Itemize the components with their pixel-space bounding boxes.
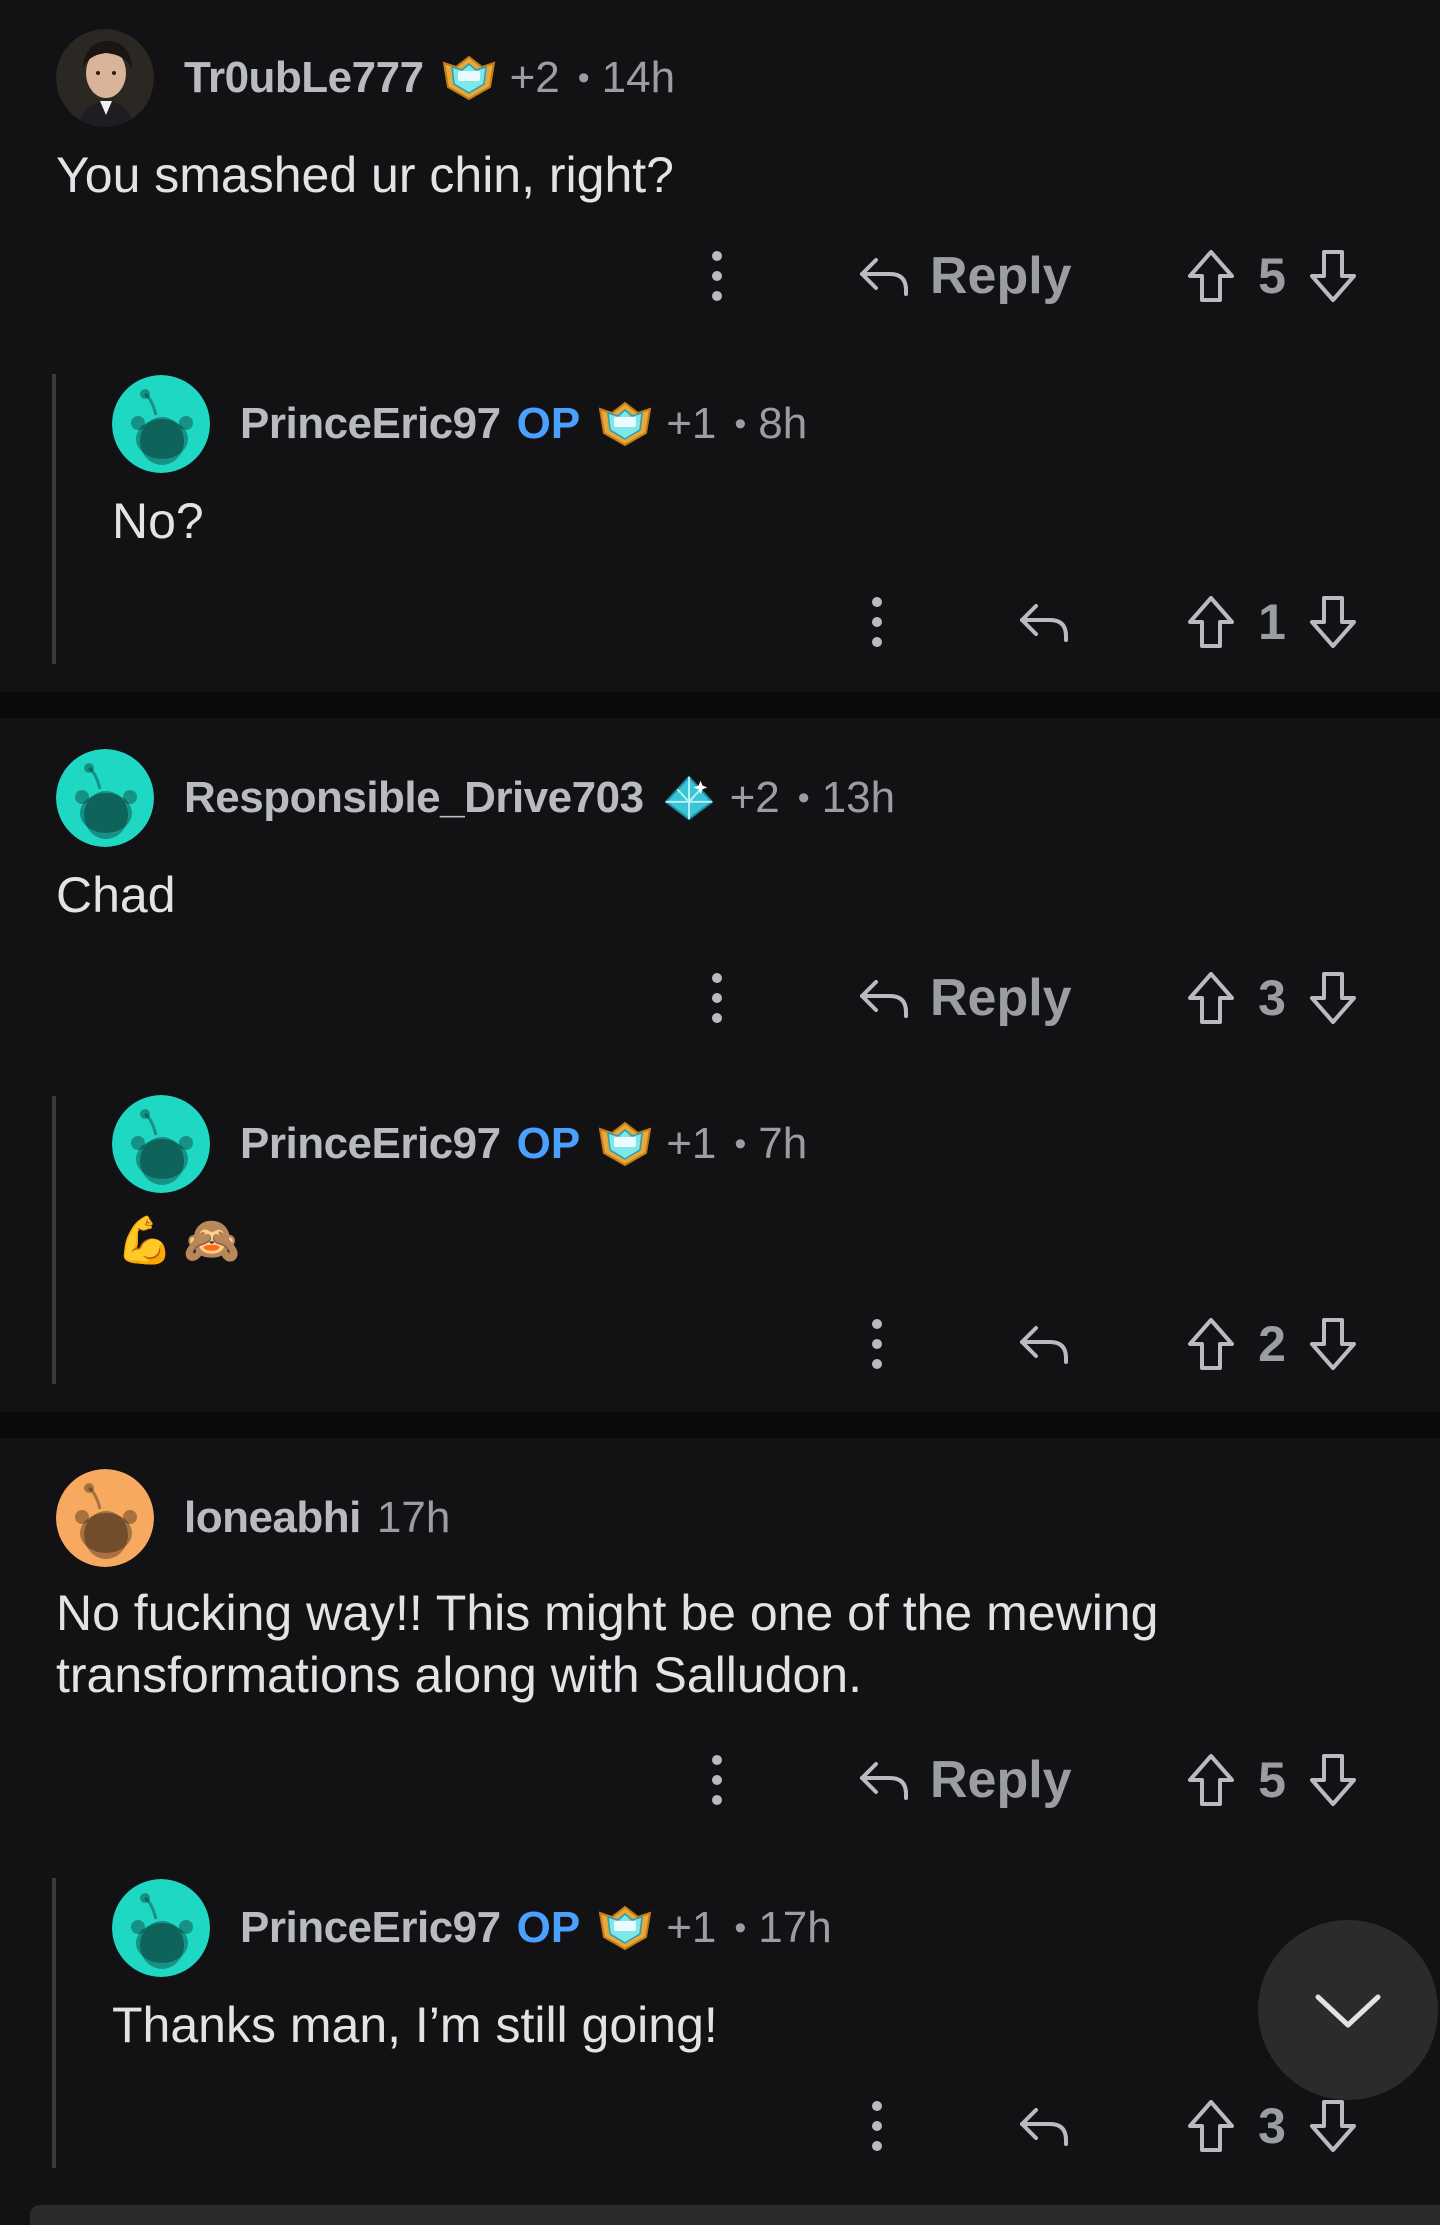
- more-vertical-icon[interactable]: [862, 1314, 892, 1374]
- upvote-arrow-icon[interactable]: [1186, 970, 1236, 1026]
- more-vertical-icon[interactable]: [702, 968, 732, 1028]
- timestamp: 8h: [758, 399, 808, 448]
- flexed-biceps-emoji: 💪: [116, 1214, 174, 1266]
- comment-body: Chad: [56, 867, 176, 923]
- reply-arrow-icon: [856, 252, 912, 300]
- award-count: +2: [729, 773, 780, 822]
- award-shield-icon[interactable]: [596, 1903, 654, 1953]
- avatar[interactable]: [56, 29, 154, 127]
- timestamp: 13h: [821, 773, 896, 822]
- vote-controls: 1: [1186, 582, 1358, 662]
- thread-separator: [0, 692, 1440, 718]
- upvote-arrow-icon[interactable]: [1186, 248, 1236, 304]
- upvote-arrow-icon[interactable]: [1186, 1316, 1236, 1372]
- score: 1: [1258, 594, 1286, 650]
- op-badge: OP: [516, 1903, 581, 1952]
- comment-thread-3: loneabhi 17h No fucking way!! This might…: [0, 1438, 1440, 2217]
- reply-label: Reply: [930, 1751, 1072, 1809]
- vote-controls: 3: [1186, 958, 1358, 1038]
- comment-actions: Reply 3: [0, 958, 1440, 1038]
- vote-controls: 2: [1186, 1304, 1358, 1384]
- comment-thread-2: Responsible_Drive703 +2 • 13h Chad Reply…: [0, 718, 1440, 1412]
- award-shield-icon[interactable]: [596, 399, 654, 449]
- vote-controls: 5: [1186, 236, 1358, 316]
- op-badge: OP: [516, 1119, 581, 1168]
- separator-dot: •: [797, 778, 810, 817]
- award-count: +1: [666, 1119, 717, 1168]
- score: 5: [1258, 1752, 1286, 1808]
- username[interactable]: Tr0ubLe777: [184, 53, 424, 103]
- award-shield-icon[interactable]: [440, 53, 498, 103]
- downvote-arrow-icon[interactable]: [1308, 594, 1358, 650]
- reply-button[interactable]: Reply: [856, 236, 1072, 316]
- upvote-arrow-icon[interactable]: [1186, 1752, 1236, 1808]
- reply-button[interactable]: Reply: [856, 1740, 1072, 1820]
- vote-controls: 5: [1186, 1740, 1358, 1820]
- upvote-arrow-icon[interactable]: [1186, 594, 1236, 650]
- award-count: +2: [509, 53, 560, 102]
- comment-actions: 3: [0, 2086, 1440, 2166]
- avatar[interactable]: [56, 749, 154, 847]
- reply-label: Reply: [930, 247, 1072, 305]
- more-vertical-icon[interactable]: [862, 2096, 892, 2156]
- comment-body: You smashed ur chin, right?: [56, 147, 674, 203]
- reply-arrow-icon: [856, 1756, 912, 1804]
- separator-dot: •: [734, 1124, 747, 1163]
- downvote-arrow-icon[interactable]: [1308, 1316, 1358, 1372]
- timestamp: 14h: [601, 53, 676, 102]
- award-count: +1: [666, 399, 717, 448]
- emoji-row: 💪 🙈: [116, 1210, 241, 1270]
- op-badge: OP: [516, 399, 581, 448]
- comment-actions: Reply 5: [0, 1740, 1440, 1820]
- downvote-arrow-icon[interactable]: [1308, 970, 1358, 1026]
- timestamp: 17h: [758, 1903, 832, 1952]
- separator-dot: •: [577, 58, 590, 97]
- comment-body: No fucking way!! This might be one of th…: [56, 1585, 1159, 1703]
- comment-actions: 1: [0, 582, 1440, 662]
- timestamp: 17h: [376, 1493, 451, 1542]
- score: 5: [1258, 248, 1286, 304]
- comment-body: Thanks man, I’m still going!: [112, 1997, 718, 2053]
- award-shield-icon[interactable]: [596, 1119, 654, 1169]
- downvote-arrow-icon[interactable]: [1308, 2098, 1358, 2154]
- award-crystal-icon[interactable]: [660, 773, 718, 823]
- username[interactable]: PrinceEric97: [240, 1903, 501, 1953]
- avatar[interactable]: [112, 1095, 210, 1193]
- comment-actions: 2: [0, 1304, 1440, 1384]
- username[interactable]: PrinceEric97: [240, 1119, 501, 1169]
- reply-button[interactable]: Reply: [856, 958, 1072, 1038]
- see-no-evil-monkey-emoji: 🙈: [183, 1214, 241, 1266]
- downvote-arrow-icon[interactable]: [1308, 248, 1358, 304]
- username[interactable]: loneabhi: [184, 1493, 361, 1543]
- username[interactable]: Responsible_Drive703: [184, 773, 644, 823]
- avatar[interactable]: [56, 1469, 154, 1567]
- avatar[interactable]: [112, 375, 210, 473]
- reply-arrow-icon[interactable]: [1016, 2102, 1072, 2150]
- chevron-down-icon: [1315, 1994, 1381, 2028]
- username[interactable]: PrinceEric97: [240, 399, 501, 449]
- reply-arrow-icon[interactable]: [1016, 598, 1072, 646]
- downvote-arrow-icon[interactable]: [1308, 1752, 1358, 1808]
- separator-dot: •: [734, 404, 747, 443]
- score: 3: [1258, 970, 1286, 1026]
- score: 3: [1258, 2098, 1286, 2154]
- reply-arrow-icon[interactable]: [1016, 1320, 1072, 1368]
- comment-body: No?: [112, 493, 204, 549]
- avatar[interactable]: [112, 1879, 210, 1977]
- timestamp: 7h: [758, 1119, 808, 1168]
- scroll-to-next-button[interactable]: [1258, 1920, 1438, 2100]
- bottom-sheet-edge: [30, 2205, 1440, 2225]
- comment-actions: Reply 5: [0, 236, 1440, 316]
- thread-separator: [0, 1412, 1440, 1438]
- comment-thread-1: Tr0ubLe777 +2 • 14h You smashed ur chin,…: [0, 0, 1440, 692]
- reply-label: Reply: [930, 969, 1072, 1027]
- score: 2: [1258, 1316, 1286, 1372]
- more-vertical-icon[interactable]: [862, 592, 892, 652]
- award-count: +1: [666, 1903, 717, 1952]
- more-vertical-icon[interactable]: [702, 1750, 732, 1810]
- reply-arrow-icon: [856, 974, 912, 1022]
- more-vertical-icon[interactable]: [702, 246, 732, 306]
- upvote-arrow-icon[interactable]: [1186, 2098, 1236, 2154]
- separator-dot: •: [734, 1908, 747, 1947]
